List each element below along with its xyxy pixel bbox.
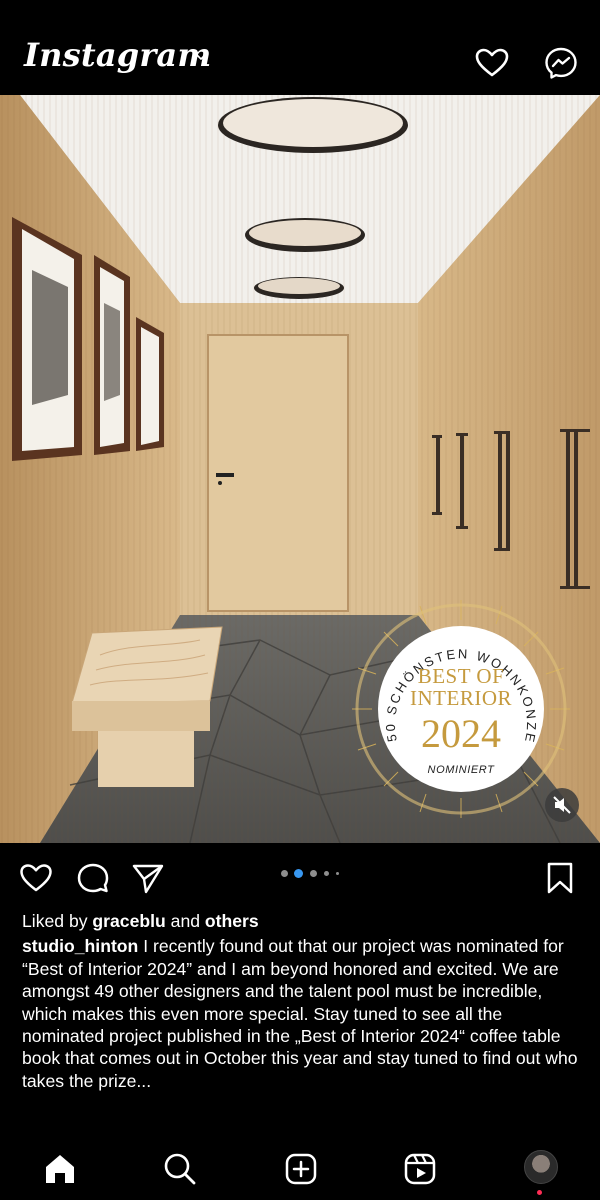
caption-username[interactable]: studio_hinton [22,936,138,956]
profile-avatar[interactable] [524,1150,558,1184]
carousel-dot [324,871,329,876]
badge-line-2: INTERIOR [410,686,512,710]
post-image[interactable]: DIE 50 SCHÖNSTEN WOHNKONZEPTE BEST OF IN… [0,95,600,843]
top-bar: Instagram [0,0,600,95]
notification-dot [537,1190,542,1195]
carousel-dot [336,872,339,875]
create-icon[interactable] [283,1151,319,1187]
badge-year: 2024 [421,711,501,756]
likes-conjunction: and [170,911,201,931]
speaker-muted-icon [553,796,571,814]
bookmark-icon[interactable] [543,861,577,895]
home-icon[interactable] [42,1151,78,1187]
carousel-dot [310,870,317,877]
carousel-dot-active [294,869,303,878]
carousel-dot [281,870,288,877]
like-heart-icon[interactable] [19,861,53,895]
badge-footer: NOMINIERT [427,764,495,776]
likes-line: Liked by graceblu and others [22,910,582,932]
heart-icon[interactable] [474,45,510,81]
caption-text: studio_hinton I recently found out that … [22,935,582,1092]
badge-face: DIE 50 SCHÖNSTEN WOHNKONZEPTE BEST OF IN… [378,626,544,792]
post-caption-area: Liked by graceblu and others studio_hint… [22,910,582,1092]
likes-prefix: Liked by [22,911,88,931]
messenger-icon[interactable] [543,45,579,81]
chevron-down-icon[interactable] [196,52,206,62]
instagram-logo[interactable]: Instagram [24,36,211,74]
award-badge: DIE 50 SCHÖNSTEN WOHNKONZEPTE BEST OF IN… [350,598,572,820]
liked-by-user[interactable]: graceblu [92,911,165,931]
comment-icon[interactable] [76,861,110,895]
reels-icon[interactable] [402,1151,438,1187]
share-send-icon[interactable] [131,861,165,895]
bottom-nav [0,1135,600,1200]
likes-others[interactable]: others [205,911,259,931]
mute-button[interactable] [545,788,579,822]
search-icon[interactable] [162,1151,198,1187]
caption-body: I recently found out that our project wa… [22,936,578,1091]
